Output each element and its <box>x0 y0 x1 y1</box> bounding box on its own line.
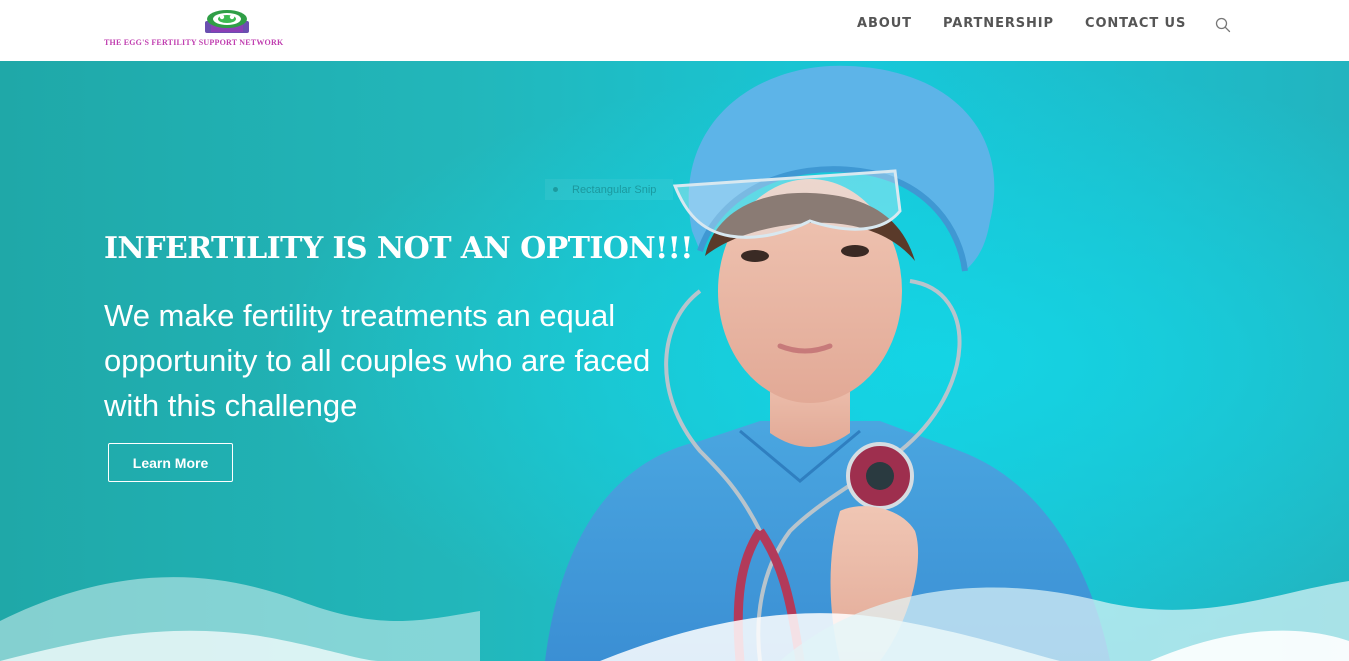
hero-subheading: We make fertility treatments an equal op… <box>104 298 651 423</box>
nav-partnership[interactable]: PARTNERSHIP <box>943 16 1054 31</box>
hero-heading: INFERTILITY IS NOT AN OPTION!!! <box>104 231 693 266</box>
snip-dot-icon <box>553 187 558 192</box>
snip-tooltip-label: Rectangular Snip <box>572 183 657 196</box>
brand-name: THE EGG'S FERTILITY SUPPORT NETWORK <box>104 38 284 47</box>
nav-about[interactable]: ABOUT <box>857 16 912 31</box>
snip-tooltip: Rectangular Snip <box>545 179 673 200</box>
site-header: THE EGG'S FERTILITY SUPPORT NETWORK ABOU… <box>0 0 1349 61</box>
decorative-waves <box>0 577 1349 661</box>
eggs-logo-icon <box>205 10 249 33</box>
site-logo[interactable]: THE EGG'S FERTILITY SUPPORT NETWORK <box>104 8 336 50</box>
search-icon[interactable] <box>1214 16 1232 34</box>
learn-more-button[interactable]: Learn More <box>108 443 233 482</box>
nav-contact-us[interactable]: CONTACT US <box>1085 16 1186 31</box>
hero-banner: Rectangular Snip INFERTILITY IS NOT AN O… <box>0 61 1349 661</box>
